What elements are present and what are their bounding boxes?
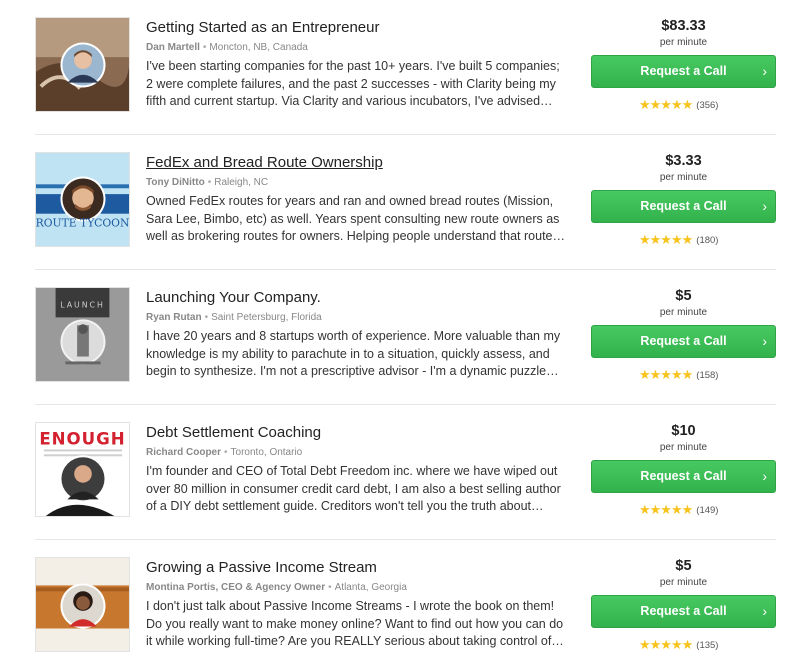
review-count[interactable]: (356) bbox=[696, 100, 718, 111]
star-rating-icon: ★★★★★ bbox=[639, 232, 693, 247]
book-title-text: ENOUGH bbox=[39, 430, 125, 449]
route-tycoon-logo: ROUTE TYCOON bbox=[36, 153, 129, 246]
expert-description: I've been starting companies for the pas… bbox=[146, 59, 560, 108]
star-rating-icon: ★★★★★ bbox=[639, 97, 693, 112]
rating: ★★★★★ (180) bbox=[639, 231, 718, 247]
request-call-button[interactable]: Request a Call › bbox=[591, 460, 776, 493]
book-cover: ENOUGH bbox=[36, 423, 129, 516]
expert-meta: Dan Martell • Moncton, NB, Canada bbox=[146, 42, 308, 53]
price: $3.33 bbox=[665, 153, 702, 169]
expert-meta: Tony DiNitto • Raleigh, NC bbox=[146, 177, 269, 188]
rating: ★★★★★ (149) bbox=[639, 501, 718, 517]
star-rating-icon: ★★★★★ bbox=[639, 367, 693, 382]
expert-title[interactable]: FedEx and Bread Route Ownership bbox=[146, 154, 566, 172]
expert-author[interactable]: Richard Cooper bbox=[146, 447, 221, 458]
expert-thumbnail[interactable]: ENOUGH bbox=[35, 422, 130, 517]
review-count[interactable]: (135) bbox=[696, 640, 718, 651]
price-unit: per minute bbox=[659, 442, 708, 453]
expert-location: Saint Petersburg, Florida bbox=[211, 312, 322, 323]
expert-row: Growing a Passive Income Stream Montina … bbox=[35, 540, 776, 671]
expert-meta: Richard Cooper • Toronto, Ontario bbox=[146, 447, 303, 458]
expert-title[interactable]: Getting Started as an Entrepreneur bbox=[146, 19, 566, 37]
expert-meta: Ryan Rutan • Saint Petersburg, Florida bbox=[146, 312, 322, 323]
star-rating-icon: ★★★★★ bbox=[639, 637, 693, 652]
expert-title[interactable]: Debt Settlement Coaching bbox=[146, 424, 566, 442]
price: $5 bbox=[675, 558, 692, 574]
passive-income-photo bbox=[36, 558, 129, 651]
expert-meta: Montina Portis, CEO & Agency Owner • Atlan… bbox=[146, 582, 407, 593]
expert-description: I don't just talk about Passive Income S… bbox=[146, 599, 564, 648]
rating: ★★★★★ (356) bbox=[639, 96, 718, 112]
expert-row: ROUTE TYCOON FedEx and Bread Route Owner… bbox=[35, 135, 776, 270]
price-unit: per minute bbox=[659, 37, 708, 48]
expert-title[interactable]: Growing a Passive Income Stream bbox=[146, 559, 566, 577]
expert-thumbnail[interactable] bbox=[35, 17, 130, 112]
request-call-button[interactable]: Request a Call › bbox=[591, 325, 776, 358]
price-unit: per minute bbox=[659, 172, 708, 183]
expert-thumbnail[interactable]: ROUTE TYCOON bbox=[35, 152, 130, 247]
route-tycoon-text: ROUTE TYCOON bbox=[36, 216, 129, 229]
request-call-label: Request a Call bbox=[640, 334, 727, 348]
expert-description: I have 20 years and 8 startups worth of … bbox=[146, 329, 561, 378]
request-call-label: Request a Call bbox=[640, 469, 727, 483]
expert-author[interactable]: Ryan Rutan bbox=[146, 312, 202, 323]
entrepreneur-photo bbox=[36, 18, 129, 111]
chevron-right-icon: › bbox=[762, 333, 767, 349]
price-unit: per minute bbox=[659, 577, 708, 588]
expert-location: Raleigh, NC bbox=[214, 177, 269, 188]
chevron-right-icon: › bbox=[762, 63, 767, 79]
launch-photo: LAUNCH bbox=[36, 288, 129, 381]
expert-thumbnail[interactable] bbox=[35, 557, 130, 652]
request-call-button[interactable]: Request a Call › bbox=[591, 55, 776, 88]
request-call-label: Request a Call bbox=[640, 199, 727, 213]
expert-description: I'm founder and CEO of Total Debt Freedo… bbox=[146, 464, 561, 513]
expert-description: Owned FedEx routes for years and ran and… bbox=[146, 194, 565, 243]
expert-row: ENOUGH Debt Settlement Coaching Richard … bbox=[35, 405, 776, 540]
price: $5 bbox=[675, 288, 692, 304]
chevron-right-icon: › bbox=[762, 198, 767, 214]
review-count[interactable]: (149) bbox=[696, 505, 718, 516]
review-count[interactable]: (180) bbox=[696, 235, 718, 246]
expert-author[interactable]: Montina Portis, CEO & Agency Owner bbox=[146, 582, 325, 593]
star-rating-icon: ★★★★★ bbox=[639, 502, 693, 517]
price-unit: per minute bbox=[659, 307, 708, 318]
review-count[interactable]: (158) bbox=[696, 370, 718, 381]
expert-location: Atlanta, Georgia bbox=[334, 582, 407, 593]
rating: ★★★★★ (158) bbox=[639, 366, 718, 382]
expert-author[interactable]: Tony DiNitto bbox=[146, 177, 205, 188]
price: $10 bbox=[671, 423, 696, 439]
expert-author[interactable]: Dan Martell bbox=[146, 42, 200, 53]
rating: ★★★★★ (135) bbox=[639, 636, 718, 652]
request-call-label: Request a Call bbox=[640, 64, 727, 78]
expert-title[interactable]: Launching Your Company. bbox=[146, 289, 566, 307]
request-call-button[interactable]: Request a Call › bbox=[591, 190, 776, 223]
price: $83.33 bbox=[661, 18, 706, 34]
chevron-right-icon: › bbox=[762, 468, 767, 484]
request-call-label: Request a Call bbox=[640, 604, 727, 618]
launch-text: LAUNCH bbox=[60, 301, 105, 310]
expert-location: Moncton, NB, Canada bbox=[209, 42, 308, 53]
expert-thumbnail[interactable]: LAUNCH bbox=[35, 287, 130, 382]
chevron-right-icon: › bbox=[762, 603, 767, 619]
expert-location: Toronto, Ontario bbox=[230, 447, 303, 458]
expert-row: LAUNCH Launching Your Company. Ryan Ruta… bbox=[35, 270, 776, 405]
request-call-button[interactable]: Request a Call › bbox=[591, 595, 776, 628]
expert-row: Getting Started as an Entrepreneur Dan M… bbox=[35, 0, 776, 135]
